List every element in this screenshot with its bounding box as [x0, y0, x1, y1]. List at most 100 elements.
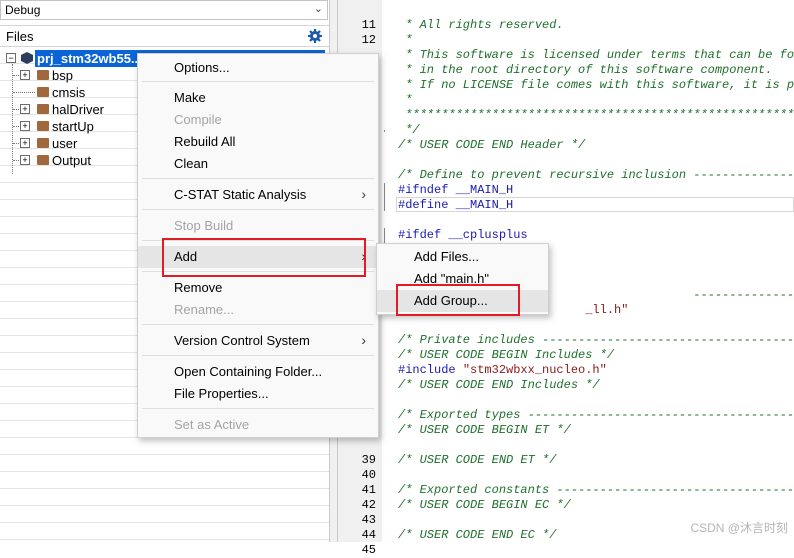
- code-line[interactable]: /* USER CODE END EC */: [398, 528, 556, 543]
- tree-group-label: halDriver: [52, 102, 104, 117]
- tree-group-user[interactable]: + user: [0, 135, 137, 152]
- files-panel-title: Files: [6, 29, 33, 44]
- code-line[interactable]: * This software is licensed under terms …: [398, 48, 794, 63]
- collapse-icon[interactable]: −: [6, 53, 16, 63]
- menu-item-make[interactable]: Make: [138, 87, 378, 109]
- code-line[interactable]: * If no LICENSE file comes with this sof…: [398, 78, 794, 93]
- tree-group-bsp[interactable]: + bsp: [0, 67, 137, 84]
- expand-icon[interactable]: +: [20, 155, 30, 165]
- menu-item-clean[interactable]: Clean: [138, 153, 378, 175]
- line-number: 39: [362, 453, 376, 468]
- tree-group-label: startUp: [52, 119, 94, 134]
- menu-separator: [142, 324, 374, 325]
- expand-icon[interactable]: +: [20, 70, 30, 80]
- menu-item-label: Make: [174, 90, 206, 105]
- code-line[interactable]: * in the root directory of this software…: [398, 63, 772, 78]
- configuration-select[interactable]: Debug ⌄: [0, 0, 328, 20]
- files-panel-header: Files: [0, 25, 329, 47]
- menu-item-version-control-system[interactable]: Version Control System ›: [138, 330, 378, 352]
- tree-group-cmsis[interactable]: cmsis: [0, 84, 137, 101]
- submenu-item-add-files[interactable]: Add Files...: [377, 246, 548, 268]
- tree-group-label: Output: [52, 153, 91, 168]
- folder-icon: [37, 155, 49, 165]
- menu-item-label: Open Containing Folder...: [174, 364, 322, 379]
- menu-item-rename: Rename...: [138, 299, 378, 321]
- tree-group-label: user: [52, 136, 77, 151]
- folder-icon: [37, 87, 49, 97]
- submenu-item-label: Add Files...: [414, 249, 479, 264]
- line-number: 11: [362, 18, 376, 33]
- code-line[interactable]: /* USER CODE END Includes */: [398, 378, 600, 393]
- menu-separator: [142, 355, 374, 356]
- code-line[interactable]: #ifdef __cplusplus: [398, 228, 528, 243]
- folder-icon: [37, 70, 49, 80]
- code-line[interactable]: /* USER CODE BEGIN Includes */: [398, 348, 614, 363]
- tree-group-label: bsp: [52, 68, 73, 83]
- menu-item-label: Stop Build: [174, 218, 233, 233]
- menu-item-label: File Properties...: [174, 386, 269, 401]
- code-line[interactable]: *: [398, 33, 412, 48]
- menu-item-file-properties[interactable]: File Properties...: [138, 383, 378, 405]
- code-line[interactable]: /* USER CODE END Header */: [398, 138, 585, 153]
- menu-separator: [142, 81, 374, 82]
- chevron-right-icon: ›: [361, 332, 366, 348]
- code-line[interactable]: * All rights reserved.: [398, 18, 564, 33]
- menu-item-label: Rename...: [174, 302, 234, 317]
- code-line[interactable]: #define __MAIN_H: [398, 198, 513, 213]
- line-number: 41: [362, 483, 376, 498]
- code-line[interactable]: #include "stm32wbxx_nucleo.h": [398, 363, 607, 378]
- code-line[interactable]: #ifndef __MAIN_H: [398, 183, 513, 198]
- code-line[interactable]: /* Define to prevent recursive inclusion…: [398, 168, 794, 183]
- highlight-add-item: [162, 238, 366, 277]
- gear-icon[interactable]: [307, 28, 323, 44]
- menu-item-label: Set as Active: [174, 417, 249, 432]
- code-line[interactable]: */: [398, 123, 420, 138]
- menu-item-options[interactable]: Options...: [138, 57, 378, 79]
- code-line[interactable]: *: [398, 93, 412, 108]
- code-line[interactable]: /* USER CODE END ET */: [398, 453, 556, 468]
- code-line[interactable]: /* Private includes --------------------…: [398, 333, 794, 348]
- menu-item-compile: Compile: [138, 109, 378, 131]
- line-number: 45: [362, 543, 376, 558]
- code-line[interactable]: ****************************************…: [398, 108, 794, 123]
- tree-group-label: cmsis: [52, 85, 85, 100]
- line-number: 40: [362, 468, 376, 483]
- menu-separator: [142, 408, 374, 409]
- configuration-value: Debug: [5, 3, 40, 17]
- folder-icon: [37, 121, 49, 131]
- menu-item-c-stat-static-analysis[interactable]: C-STAT Static Analysis ›: [138, 184, 378, 206]
- code-line[interactable]: /* Exported types ----------------------…: [398, 408, 794, 423]
- tree-group-startup[interactable]: + startUp: [0, 118, 137, 135]
- menu-separator: [142, 178, 374, 179]
- folder-icon: [37, 104, 49, 114]
- menu-item-remove[interactable]: Remove: [138, 277, 378, 299]
- menu-item-set-as-active: Set as Active: [138, 414, 378, 436]
- menu-item-label: Options...: [174, 60, 230, 75]
- line-number: 43: [362, 513, 376, 528]
- expand-icon[interactable]: +: [20, 121, 30, 131]
- line-number: 42: [362, 498, 376, 513]
- expand-icon[interactable]: +: [20, 138, 30, 148]
- menu-item-label: Rebuild All: [174, 134, 235, 149]
- menu-item-label: Clean: [174, 156, 208, 171]
- code-line[interactable]: /* USER CODE BEGIN EC */: [398, 498, 571, 513]
- menu-item-open-containing-folder[interactable]: Open Containing Folder...: [138, 361, 378, 383]
- project-icon: [20, 51, 34, 65]
- folder-icon: [37, 138, 49, 148]
- menu-item-rebuild-all[interactable]: Rebuild All: [138, 131, 378, 153]
- watermark: CSDN @沐言时刻: [690, 519, 788, 536]
- menu-item-label: Remove: [174, 280, 222, 295]
- code-line[interactable]: /* Exported constants ------------------…: [398, 483, 794, 498]
- menu-item-label: C-STAT Static Analysis: [174, 187, 306, 202]
- menu-item-label: Version Control System: [174, 333, 310, 348]
- tree-group-output[interactable]: + Output: [0, 152, 137, 169]
- highlight-add-group-item: [396, 284, 520, 316]
- line-number: 44: [362, 528, 376, 543]
- tree-group-haldriver[interactable]: + halDriver: [0, 101, 137, 118]
- code-line[interactable]: /* USER CODE BEGIN ET */: [398, 423, 571, 438]
- menu-separator: [142, 209, 374, 210]
- expand-icon[interactable]: +: [20, 104, 30, 114]
- line-number: 12: [362, 33, 376, 48]
- chevron-right-icon: ›: [361, 186, 366, 202]
- chevron-down-icon[interactable]: ⌄: [314, 2, 323, 15]
